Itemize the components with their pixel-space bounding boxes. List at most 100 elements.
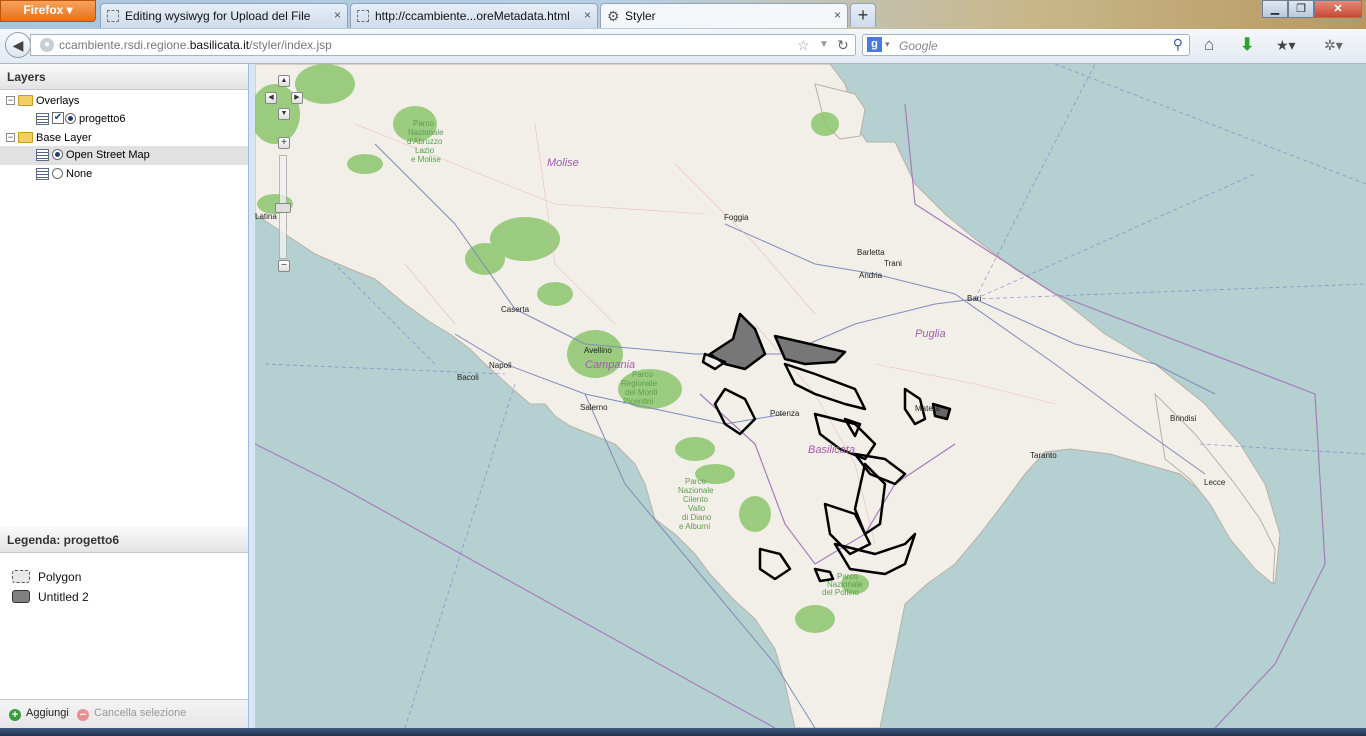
search-placeholder: Google (899, 39, 938, 53)
city-label: Salerno (580, 403, 608, 412)
city-label: Potenza (770, 409, 800, 418)
pan-left-button[interactable]: ◀ (265, 92, 277, 104)
history-dropdown-icon[interactable]: ▼ (819, 39, 829, 50)
city-label: Avellino (584, 346, 612, 355)
region-label: Molise (547, 157, 579, 169)
addon-icon[interactable]: ✲▾ (1324, 35, 1343, 55)
close-tab-icon[interactable]: × (334, 8, 341, 22)
close-tab-icon[interactable]: × (834, 8, 841, 22)
google-engine-icon[interactable]: g (867, 37, 882, 52)
svg-text:Nazionale: Nazionale (678, 486, 714, 495)
close-tab-icon[interactable]: × (584, 8, 591, 22)
legend-panel-title: Legenda: progetto6 (0, 527, 248, 553)
tab-label: Styler (625, 9, 656, 23)
minimize-button[interactable]: ▁ (1262, 0, 1288, 18)
search-bar[interactable]: g ▾ Google ⚲ (862, 34, 1190, 56)
url-text: ccambiente.rsdi.regione.basilicata.it/st… (59, 38, 332, 52)
city-label: Napoli (489, 361, 512, 370)
layer-legend-icon (36, 168, 49, 180)
legend-toolbar: + Aggiungi − Cancella selezione (0, 699, 248, 729)
restore-button[interactable]: ❐ (1288, 0, 1314, 18)
tree-node-open-street-map[interactable]: Open Street Map (0, 146, 248, 165)
node-label: progetto6 (79, 113, 126, 125)
back-button[interactable]: ◀ (5, 32, 31, 58)
navigation-toolbar: ◀ ● ccambiente.rsdi.regione.basilicata.i… (0, 29, 1366, 64)
search-icon[interactable]: ⚲ (1173, 36, 1183, 53)
map-viewport[interactable]: Molise Campania Puglia Basilicata Foggia… (255, 64, 1366, 728)
city-label: Matera (915, 404, 940, 413)
city-label: Barletta (857, 248, 885, 257)
region-label: Basilicata (808, 444, 855, 456)
node-label: Base Layer (36, 132, 92, 144)
pan-down-button[interactable]: ▼ (278, 108, 290, 120)
tab-label: http://ccambiente...oreMetadata.html (375, 9, 570, 23)
layer-legend-icon (36, 149, 49, 161)
collapse-icon[interactable]: − (6, 133, 15, 142)
downloads-icon[interactable]: ⬇ (1240, 35, 1254, 55)
layer-legend-icon (36, 113, 49, 125)
node-label: Open Street Map (66, 149, 150, 161)
new-tab-button[interactable]: + (850, 3, 876, 27)
tab-metadata[interactable]: http://ccambiente...oreMetadata.html × (350, 3, 598, 28)
svg-text:e Molise: e Molise (411, 155, 441, 164)
svg-text:d'Abruzzo: d'Abruzzo (407, 137, 443, 146)
add-icon: + (9, 709, 21, 721)
reload-icon[interactable]: ↻ (837, 37, 849, 54)
base-layer-radio[interactable] (52, 168, 63, 179)
layers-panel: Layers − Overlays ✔ progetto6 − Base Lay… (0, 64, 248, 528)
svg-text:del Pollino: del Pollino (822, 588, 859, 597)
tree-node-none[interactable]: None (0, 165, 248, 184)
remove-selection-button[interactable]: − Cancella selezione (77, 707, 186, 721)
folder-icon (18, 95, 33, 106)
city-label: Brindisi (1170, 414, 1196, 423)
city-label: Bari (967, 294, 981, 303)
svg-text:Parco: Parco (632, 370, 653, 379)
tab-editing-wysiwyg[interactable]: Editing wysiwyg for Upload del File × (100, 3, 348, 28)
svg-text:Parco: Parco (685, 477, 706, 486)
pan-up-button[interactable]: ▲ (278, 75, 290, 87)
bookmark-star-icon[interactable]: ☆ (797, 37, 810, 54)
polygon-symbol-icon (12, 590, 30, 603)
gear-icon: ⚙ (607, 8, 620, 24)
map-canvas: Molise Campania Puglia Basilicata Foggia… (255, 64, 1366, 728)
layer-visibility-checkbox[interactable]: ✔ (52, 112, 64, 124)
add-rule-button[interactable]: + Aggiungi (9, 707, 69, 721)
windows-taskbar (0, 728, 1366, 736)
base-layer-radio[interactable] (52, 149, 63, 160)
legend-panel: Legenda: progetto6 Polygon Untitled 2 (0, 527, 248, 727)
tree-node-overlays[interactable]: − Overlays (0, 92, 248, 111)
city-label: Andria (859, 271, 883, 280)
svg-text:Parco: Parco (413, 119, 434, 128)
collapse-icon[interactable]: − (6, 96, 15, 105)
zoom-out-button[interactable]: − (278, 260, 290, 272)
url-bar[interactable]: ● ccambiente.rsdi.regione.basilicata.it/… (30, 34, 856, 56)
zoom-in-button[interactable]: + (278, 137, 290, 149)
site-identity-icon[interactable]: ● (40, 38, 54, 52)
polygon-symbol-icon (12, 570, 30, 583)
svg-text:Lazio: Lazio (415, 146, 435, 155)
svg-text:Nazionale: Nazionale (408, 128, 444, 137)
tab-styler[interactable]: ⚙ Styler × (600, 3, 848, 28)
firefox-menu-button[interactable]: Firefox ▾ (0, 0, 96, 22)
folder-icon (18, 132, 33, 143)
pan-right-button[interactable]: ▶ (291, 92, 303, 104)
city-label: Caserta (501, 305, 530, 314)
zoom-slider-handle[interactable] (275, 203, 291, 213)
svg-text:dei Monti: dei Monti (625, 388, 658, 397)
node-label: None (66, 168, 93, 180)
bookmarks-menu-icon[interactable]: ★▾ (1276, 35, 1296, 55)
home-icon[interactable]: ⌂ (1204, 35, 1214, 55)
node-label: Overlays (36, 95, 80, 107)
layers-panel-title: Layers (0, 64, 248, 90)
browser-titlebar: Firefox ▾ Editing wysiwyg for Upload del… (0, 0, 1366, 29)
region-label: Campania (585, 359, 635, 371)
left-panel: Layers − Overlays ✔ progetto6 − Base Lay… (0, 64, 249, 729)
engine-dropdown-icon[interactable]: ▾ (885, 39, 890, 50)
region-label: Puglia (915, 328, 946, 340)
tree-node-progetto6[interactable]: ✔ progetto6 (0, 110, 248, 129)
remove-icon: − (77, 709, 89, 721)
svg-text:Vallo: Vallo (688, 504, 706, 513)
layer-active-radio[interactable] (65, 113, 76, 124)
window-close-button[interactable]: ✕ (1314, 0, 1362, 18)
city-label: Bacoli (457, 373, 479, 382)
